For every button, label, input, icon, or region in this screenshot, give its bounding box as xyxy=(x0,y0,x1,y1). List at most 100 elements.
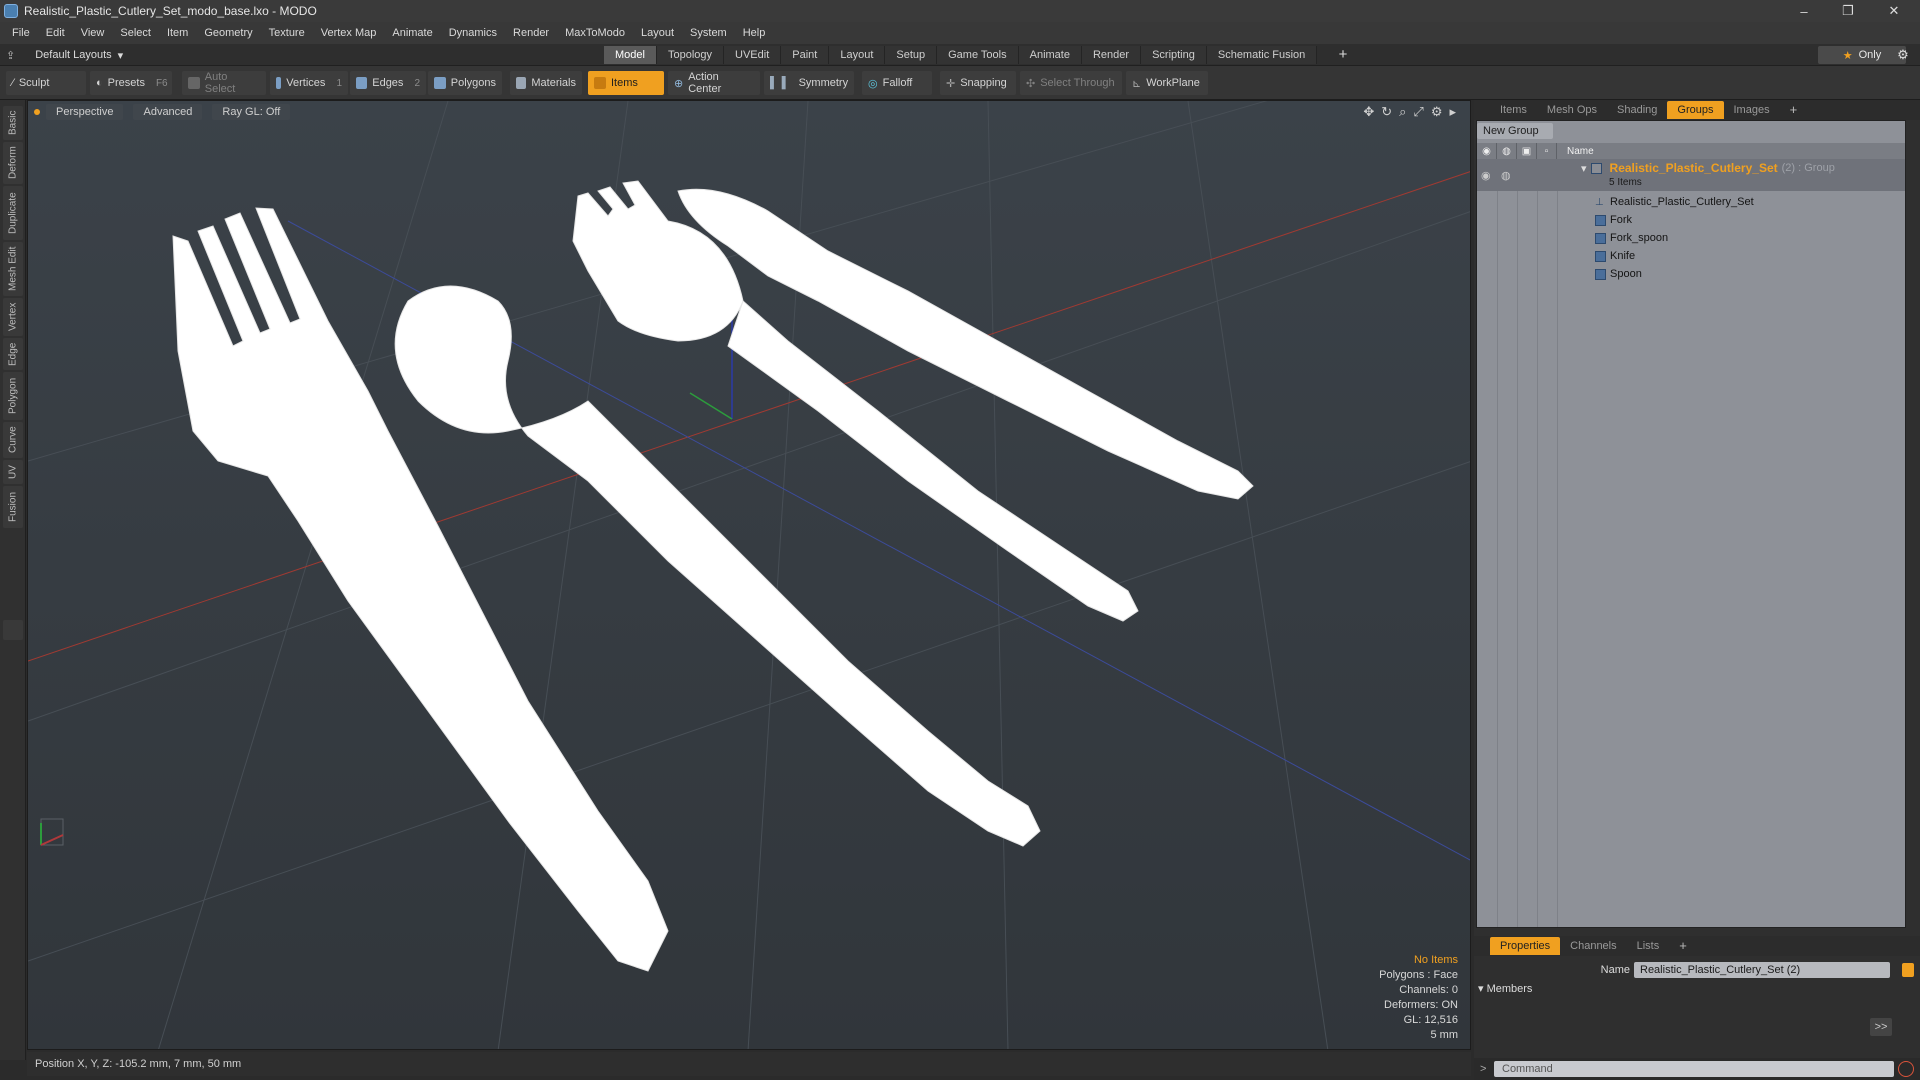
workplane-button[interactable]: ⊾ WorkPlane xyxy=(1126,71,1208,95)
list-item[interactable]: Fork xyxy=(1477,211,1905,229)
menu-geometry[interactable]: Geometry xyxy=(196,22,260,44)
pan-icon[interactable]: ✥ xyxy=(1363,104,1374,120)
cutlery-meshes[interactable] xyxy=(172,180,1254,972)
menu-texture[interactable]: Texture xyxy=(261,22,313,44)
sculpt-button[interactable]: ⁄ Sculpt xyxy=(6,71,86,95)
tab-duplicate[interactable]: Duplicate xyxy=(3,186,23,240)
collapse-icon[interactable]: ▾ xyxy=(1581,162,1587,175)
tab-setup[interactable]: Setup xyxy=(885,46,938,64)
tab-edge[interactable]: Edge xyxy=(3,338,23,370)
lock-icon[interactable]: ▣ xyxy=(1517,143,1537,159)
close-button[interactable]: ✕ xyxy=(1872,0,1916,22)
tab-schematic-fusion[interactable]: Schematic Fusion xyxy=(1206,46,1318,64)
tab-model[interactable]: Model xyxy=(604,46,657,64)
tab-uvedit[interactable]: UVEdit xyxy=(724,46,782,64)
only-button[interactable]: ★ Only xyxy=(1818,46,1906,64)
tab-lists[interactable]: Lists xyxy=(1627,937,1670,955)
tab-curve[interactable]: Curve xyxy=(3,422,23,458)
menu-system[interactable]: System xyxy=(682,22,735,44)
menu-render[interactable]: Render xyxy=(505,22,557,44)
tab-basic[interactable]: Basic xyxy=(3,106,23,140)
minimize-button[interactable]: – xyxy=(1782,0,1826,22)
add-layout-tab-button[interactable]: + xyxy=(1334,46,1352,64)
list-item[interactable]: Fork_spoon xyxy=(1477,229,1905,247)
shading-mode-button[interactable]: Advanced xyxy=(133,104,203,120)
action-center-button[interactable]: ⊕ Action Center xyxy=(668,71,760,95)
render-icon[interactable]: ◍ xyxy=(1497,143,1517,159)
menu-maxtomodo[interactable]: MaxToModo xyxy=(557,22,633,44)
tab-polygon[interactable]: Polygon xyxy=(3,372,23,420)
command-input[interactable]: Command xyxy=(1494,1061,1894,1077)
tab-groups[interactable]: Groups xyxy=(1667,101,1724,119)
tab-shading[interactable]: Shading xyxy=(1607,101,1667,119)
menu-dynamics[interactable]: Dynamics xyxy=(441,22,505,44)
tab-topology[interactable]: Topology xyxy=(656,46,725,64)
rotate-icon[interactable]: ↻ xyxy=(1381,104,1392,120)
falloff-button[interactable]: ◎ Falloff xyxy=(862,71,932,95)
view-mode-button[interactable]: Perspective xyxy=(46,104,124,120)
menu-help[interactable]: Help xyxy=(735,22,774,44)
tab-images[interactable]: Images xyxy=(1724,101,1780,119)
tab-layout[interactable]: Layout xyxy=(829,46,886,64)
polygons-button[interactable]: Polygons xyxy=(428,71,502,95)
restore-button[interactable]: ❐ xyxy=(1826,0,1870,22)
viewport-options-icon[interactable] xyxy=(34,109,40,115)
select-icon[interactable]: ▫ xyxy=(1537,143,1557,159)
menu-animate[interactable]: Animate xyxy=(384,22,440,44)
list-item[interactable]: Spoon xyxy=(1477,265,1905,283)
menu-select[interactable]: Select xyxy=(112,22,159,44)
zoom-icon[interactable]: ⌕ xyxy=(1399,104,1406,120)
select-through-button[interactable]: ✣ Select Through xyxy=(1020,71,1122,95)
tab-mesh-ops[interactable]: Mesh Ops xyxy=(1537,101,1607,119)
add-members-button[interactable]: >> xyxy=(1870,1018,1892,1036)
tab-game-tools[interactable]: Game Tools xyxy=(937,46,1019,64)
list-item[interactable]: Knife xyxy=(1477,247,1905,265)
tab-uv[interactable]: UV xyxy=(3,460,23,484)
tab-properties[interactable]: Properties xyxy=(1490,937,1561,955)
tab-scripting[interactable]: Scripting xyxy=(1141,46,1207,64)
items-button[interactable]: Items xyxy=(588,71,664,95)
menu-view[interactable]: View xyxy=(73,22,113,44)
menu-item[interactable]: Item xyxy=(159,22,196,44)
layout-selector[interactable]: ⇪ Default Layouts ▾ xyxy=(6,44,123,66)
viewport-scene[interactable] xyxy=(28,101,1471,1050)
render-toggle-icon[interactable]: ◍ xyxy=(1501,169,1511,182)
menu-file[interactable]: File xyxy=(4,22,38,44)
3d-viewport[interactable]: Perspective Advanced Ray GL: Off ✥ ↻ ⌕ ⤢… xyxy=(27,100,1471,1050)
snapping-button[interactable]: ✛ Snapping xyxy=(940,71,1016,95)
menu-edit[interactable]: Edit xyxy=(38,22,73,44)
tab-paint[interactable]: Paint xyxy=(781,46,830,64)
fit-icon[interactable]: ⤢ xyxy=(1413,104,1423,120)
eye-icon[interactable]: ◉ xyxy=(1477,143,1497,159)
menu-layout[interactable]: Layout xyxy=(633,22,682,44)
tab-channels[interactable]: Channels xyxy=(1560,937,1626,955)
tab-toggle-icon[interactable] xyxy=(3,620,23,640)
new-group-button[interactable]: New Group xyxy=(1477,123,1553,139)
tab-items[interactable]: Items xyxy=(1490,101,1537,119)
group-color-swatch[interactable] xyxy=(1902,963,1914,977)
group-row[interactable]: ◉ ◍ ▾ Realistic_Plastic_Cutlery_Set (2) … xyxy=(1477,159,1905,191)
tab-mesh-edit[interactable]: Mesh Edit xyxy=(3,242,23,296)
presets-button[interactable]: ◐ Presets F6 xyxy=(90,71,172,95)
add-panel-tab-button[interactable]: + xyxy=(1780,101,1808,119)
gear-icon[interactable]: ⚙ xyxy=(1894,46,1912,64)
auto-select-button[interactable]: Auto Select xyxy=(182,71,266,95)
expand-arrow-icon[interactable]: ▸ xyxy=(1449,104,1456,120)
tab-vertex[interactable]: Vertex xyxy=(3,298,23,336)
settings-icon[interactable]: ⚙ xyxy=(1431,104,1443,120)
group-name-field[interactable]: Realistic_Plastic_Cutlery_Set (2) xyxy=(1634,962,1890,978)
tab-animate[interactable]: Animate xyxy=(1018,46,1082,64)
symmetry-button[interactable]: ▌▐ Symmetry xyxy=(764,71,854,95)
members-section[interactable]: ▾ Members xyxy=(1478,982,1532,995)
materials-button[interactable]: Materials xyxy=(510,71,582,95)
raygl-button[interactable]: Ray GL: Off xyxy=(212,104,291,120)
menu-vertex-map[interactable]: Vertex Map xyxy=(313,22,385,44)
clear-command-icon[interactable] xyxy=(1898,1061,1914,1077)
list-item[interactable]: ⊥ Realistic_Plastic_Cutlery_Set xyxy=(1477,193,1905,211)
vertices-button[interactable]: Vertices 1 xyxy=(270,71,348,95)
tab-deform[interactable]: Deform xyxy=(3,142,23,184)
visibility-eye-icon[interactable]: ◉ xyxy=(1481,169,1491,182)
tab-fusion[interactable]: Fusion xyxy=(3,486,23,528)
tab-render[interactable]: Render xyxy=(1081,46,1142,64)
add-properties-tab-button[interactable]: + xyxy=(1669,937,1697,955)
